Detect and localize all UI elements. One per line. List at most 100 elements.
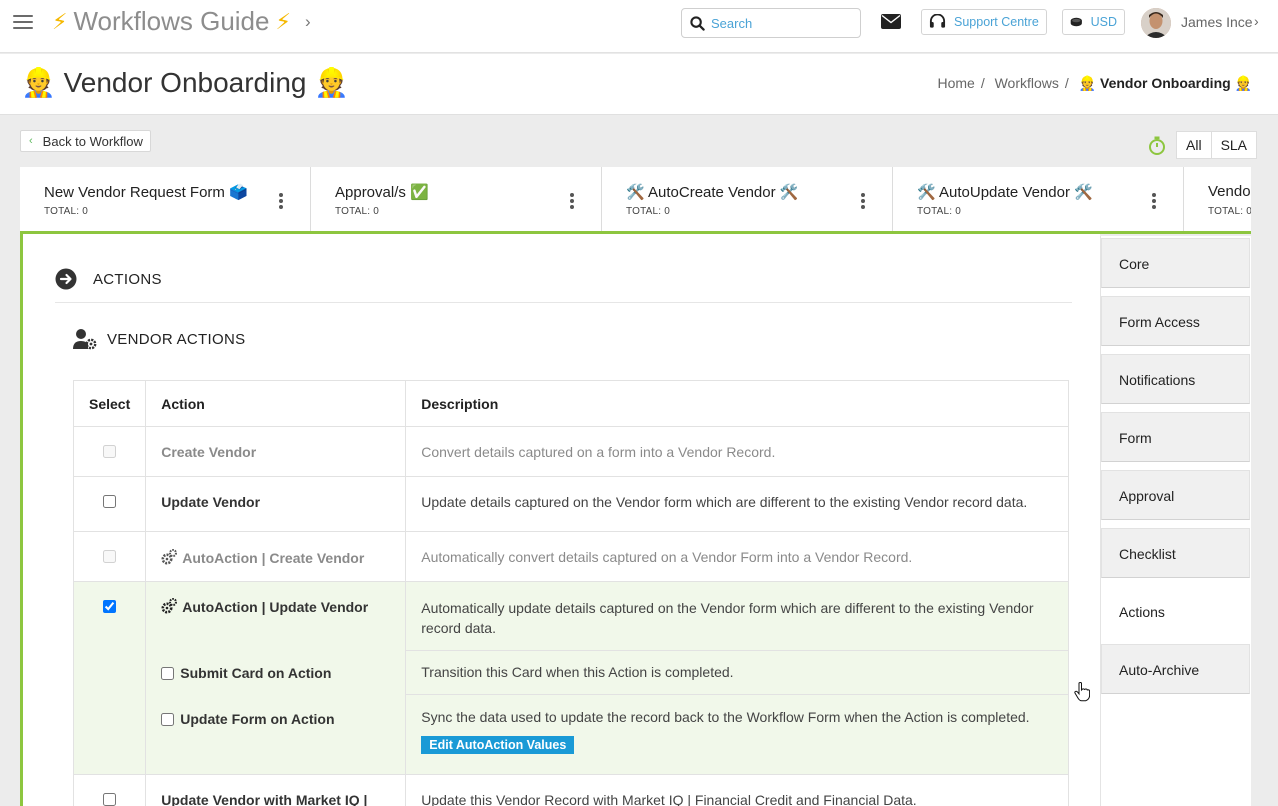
more-options-icon[interactable] — [279, 193, 283, 209]
sidenav-item-form[interactable]: Form — [1101, 412, 1250, 462]
stage-name: 🛠️ AutoUpdate Vendor 🛠️ — [917, 184, 1093, 201]
stopwatch-icon[interactable] — [1148, 136, 1166, 155]
mail-icon[interactable] — [881, 14, 901, 29]
action-name: AutoAction | Update Vendor — [182, 599, 369, 615]
user-name[interactable]: James Ince — [1181, 14, 1253, 30]
action-name: Update Vendor — [161, 494, 261, 510]
actions-section-header: ACTIONS — [55, 268, 162, 290]
stage-column[interactable]: Vendor TOTAL: 0 — [1184, 167, 1251, 231]
sidenav-item-approval[interactable]: Approval — [1101, 470, 1250, 520]
action-description: Automatically update details captured on… — [405, 581, 1069, 651]
stage-column[interactable]: New Vendor Request Form 🗳️ TOTAL: 0 — [20, 167, 311, 231]
search-icon — [690, 15, 705, 31]
breadcrumb-current: 👷 Vendor Onboarding 👷 — [1078, 75, 1252, 91]
select-autoaction-create-vendor-checkbox[interactable] — [103, 550, 117, 563]
table-row: Create Vendor Convert details captured o… — [72, 426, 1069, 477]
table-row: Update Vendor with Market IQ | Update th… — [72, 774, 1069, 806]
action-name: Update Vendor with Market IQ | — [161, 792, 368, 806]
select-autoaction-update-vendor-checkbox[interactable] — [103, 600, 117, 613]
gears-icon — [161, 598, 178, 614]
top-bar: ⚡ Workflows Guide ⚡ › Support Centre USD… — [0, 0, 1278, 53]
actions-section-title: ACTIONS — [93, 270, 162, 288]
currency-label: USD — [1090, 15, 1117, 29]
lightning-icon: ⚡ — [275, 8, 291, 34]
stage-total: TOTAL: 0 — [626, 206, 671, 217]
table-sub-row: Submit Card on Action Transition this Ca… — [74, 650, 1069, 695]
action-description: Automatically convert details captured o… — [405, 531, 1069, 582]
settings-side-nav: Core Form Access Notifications Form Appr… — [1100, 236, 1251, 806]
column-header-select: Select — [72, 380, 147, 427]
sub-option-description: Sync the data used to update the record … — [421, 709, 1030, 725]
select-update-vendor-checkbox[interactable] — [103, 495, 117, 508]
search-box[interactable] — [681, 8, 861, 38]
stage-column[interactable]: Approval/s ✅ TOTAL: 0 — [311, 167, 602, 231]
filter-sla-button[interactable]: SLA — [1210, 132, 1256, 158]
sidenav-item-auto-archive[interactable]: Auto-Archive — [1101, 644, 1250, 694]
page-header: 👷 Vendor Onboarding 👷 Home / Workflows / 👷… — [0, 54, 1278, 115]
chevron-left-icon: ‹ — [29, 135, 33, 147]
stage-total: TOTAL: 0 — [1208, 206, 1251, 217]
select-create-vendor-checkbox[interactable] — [103, 445, 117, 458]
table-sub-row: Update Form on Action Sync the data used… — [74, 694, 1069, 775]
support-centre-button[interactable]: Support Centre — [921, 9, 1047, 35]
action-description: Update details captured on the Vendor fo… — [405, 476, 1069, 532]
table-header-row: Select Action Description — [72, 380, 1069, 427]
stage-name: New Vendor Request Form 🗳️ — [44, 184, 248, 201]
user-gear-icon — [73, 329, 97, 350]
app-title[interactable]: ⚡ Workflows Guide ⚡ › — [52, 6, 311, 37]
hand-cursor-icon — [1074, 682, 1090, 702]
sub-option-label: Update Form on Action — [180, 710, 335, 727]
chevron-right-icon[interactable]: › — [1254, 13, 1259, 29]
hamburger-menu-icon[interactable] — [13, 15, 33, 31]
more-options-icon[interactable] — [1152, 193, 1156, 209]
gears-icon — [161, 549, 178, 565]
chevron-right-icon[interactable]: › — [305, 12, 311, 32]
back-to-workflow-label: Back to Workflow — [42, 133, 143, 149]
more-options-icon[interactable] — [861, 193, 865, 209]
more-options-icon[interactable] — [570, 193, 574, 209]
action-name: Create Vendor — [161, 444, 257, 460]
stage-column[interactable]: 🛠️ AutoUpdate Vendor 🛠️ TOTAL: 0 — [893, 167, 1184, 231]
actions-panel: ACTIONS VENDOR ACTIONS Select Action Des… — [20, 234, 1100, 806]
stage-total: TOTAL: 0 — [917, 206, 962, 217]
headset-icon — [929, 14, 946, 28]
filter-toggle: All SLA — [1176, 131, 1258, 159]
stage-column[interactable]: 🛠️ AutoCreate Vendor 🛠️ TOTAL: 0 — [602, 167, 893, 231]
sidenav-item-form-access[interactable]: Form Access — [1101, 296, 1250, 346]
vendor-actions-title: VENDOR ACTIONS — [107, 330, 246, 348]
breadcrumb: Home / Workflows / 👷 Vendor Onboarding 👷 — [937, 75, 1252, 91]
select-market-iq-checkbox[interactable] — [103, 793, 117, 806]
action-description: Convert details captured on a form into … — [405, 426, 1069, 477]
stage-total: TOTAL: 0 — [44, 206, 89, 217]
update-form-on-action-checkbox[interactable] — [161, 713, 175, 727]
sidenav-item-notifications[interactable]: Notifications — [1101, 354, 1250, 404]
submit-card-on-action-checkbox[interactable] — [161, 667, 175, 681]
currency-button[interactable]: USD — [1062, 9, 1125, 35]
vendor-actions-header: VENDOR ACTIONS — [73, 328, 245, 350]
table-row-selected: AutoAction | Update Vendor Automatically… — [72, 581, 1069, 775]
user-photo-icon — [1141, 8, 1171, 38]
sub-option-label: Submit Card on Action — [180, 664, 332, 681]
column-header-action: Action — [145, 380, 407, 427]
coins-icon — [1070, 17, 1082, 27]
back-to-workflow-button[interactable]: ‹ Back to Workflow — [20, 130, 151, 152]
stage-columns: New Vendor Request Form 🗳️ TOTAL: 0 Appr… — [20, 167, 1251, 234]
column-header-description: Description — [405, 380, 1069, 427]
breadcrumb-home[interactable]: Home — [937, 75, 974, 91]
breadcrumb-workflows[interactable]: Workflows — [995, 75, 1059, 91]
avatar[interactable] — [1141, 8, 1171, 38]
app-title-text: Workflows Guide — [73, 6, 270, 36]
filter-all-button[interactable]: All — [1177, 132, 1211, 158]
page-title: 👷 Vendor Onboarding 👷 — [21, 67, 350, 98]
support-centre-label: Support Centre — [954, 15, 1039, 29]
sidenav-item-actions[interactable]: Actions — [1101, 586, 1250, 636]
stage-name: 🛠️ AutoCreate Vendor 🛠️ — [626, 184, 799, 201]
table-row: AutoAction | Create Vendor Automatically… — [72, 531, 1069, 582]
edit-autoaction-values-button[interactable]: Edit AutoAction Values — [421, 736, 575, 754]
arrow-circle-right-icon — [55, 268, 77, 290]
stage-name: Vendor — [1208, 183, 1251, 200]
divider — [55, 302, 1072, 303]
sidenav-item-checklist[interactable]: Checklist — [1101, 528, 1250, 578]
sidenav-item-core[interactable]: Core — [1101, 238, 1250, 288]
search-input[interactable] — [711, 15, 851, 31]
